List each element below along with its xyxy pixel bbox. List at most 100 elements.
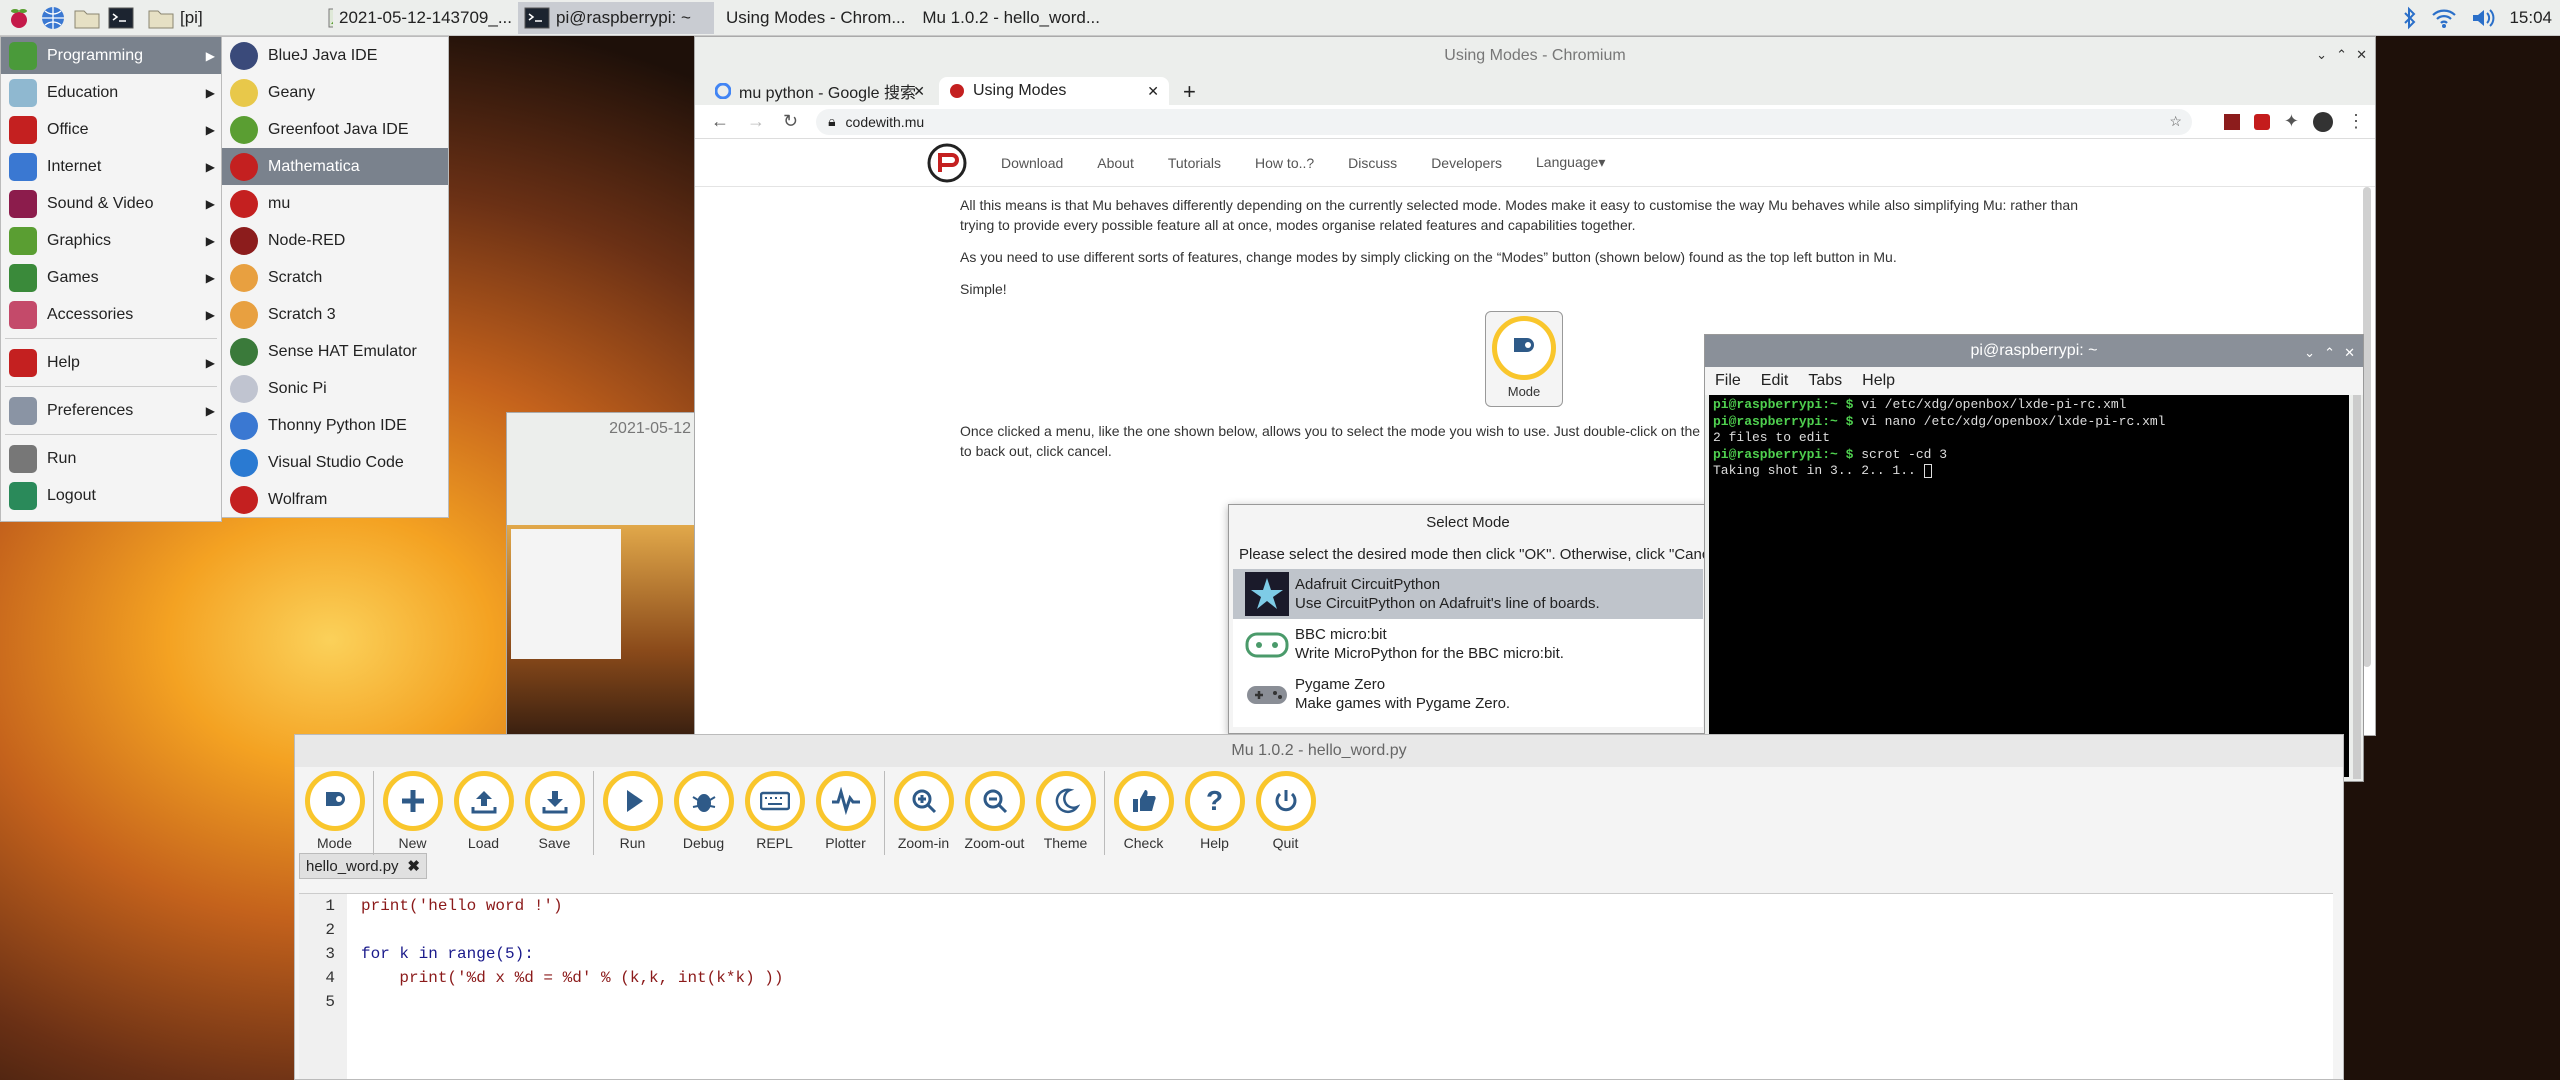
mu-titlebar[interactable]: Mu 1.0.2 - hello_word.py [295,735,2343,767]
reload-icon[interactable]: ↻ [783,111,798,132]
nav-about[interactable]: About [1097,155,1134,171]
volume-icon[interactable] [2471,7,2495,29]
zoom-in-button[interactable]: Zoom-in [888,771,959,851]
menu-item-help[interactable]: Help ▶ [1,344,221,381]
run-button[interactable]: Run [597,771,668,851]
program-geany[interactable]: Geany [222,74,448,111]
program-scratch-3[interactable]: Scratch 3 [222,296,448,333]
nav-tutorials[interactable]: Tutorials [1168,155,1221,171]
menu-item-education[interactable]: Education ▶ [1,74,221,111]
menu-item-graphics[interactable]: Graphics ▶ [1,222,221,259]
close-tab-icon[interactable]: ✕ [913,83,925,100]
close-tab-icon[interactable]: ✖ [407,857,420,875]
code-editor[interactable]: 1 print('hello word !') 2 3 for k in range… [299,893,2333,1079]
clock[interactable]: 15:04 [2509,8,2552,28]
program-greenfoot-java-ide[interactable]: Greenfoot Java IDE [222,111,448,148]
maximize-icon[interactable]: ⌃ [2336,47,2347,63]
mu-editor-window[interactable]: Mu 1.0.2 - hello_word.py Mode New Load S… [294,734,2344,1080]
nav-download[interactable]: Download [1001,155,1063,171]
repl-button[interactable]: REPL [739,771,810,851]
zoom-out-button[interactable]: Zoom-out [959,771,1030,851]
globe-icon[interactable] [38,3,68,33]
program-sonic-pi[interactable]: Sonic Pi [222,370,448,407]
close-icon[interactable]: ✕ [2356,47,2367,63]
program-sense-hat-emulator[interactable]: Sense HAT Emulator [222,333,448,370]
program-scratch[interactable]: Scratch [222,259,448,296]
program-mathematica[interactable]: Mathematica [222,148,448,185]
quit-button[interactable]: Quit [1250,771,1321,851]
menu-item-accessories[interactable]: Accessories ▶ [1,296,221,333]
new-tab-button[interactable]: + [1173,79,1206,105]
mode-item-pygame[interactable]: Pygame Zero Make games with Pygame Zero. [1233,669,1703,719]
help-button[interactable]: ? Help [1179,771,1250,851]
menu-item-internet[interactable]: Internet ▶ [1,148,221,185]
scrollbar[interactable] [2363,187,2371,667]
close-icon[interactable]: ✕ [2344,345,2355,361]
task-terminal[interactable]: pi@raspberrypi: ~ [518,1,714,34]
program-thonny-python-ide[interactable]: Thonny Python IDE [222,407,448,444]
theme-button[interactable]: Theme [1030,771,1101,851]
menu-item-games[interactable]: Games ▶ [1,259,221,296]
program-node-red[interactable]: Node-RED [222,222,448,259]
nav-discuss[interactable]: Discuss [1348,155,1397,171]
menu-item-programming[interactable]: Programming ▶ [1,37,221,74]
nav-developers[interactable]: Developers [1431,155,1502,171]
minimize-icon[interactable]: ⌄ [2304,345,2315,361]
program-mu[interactable]: mu [222,185,448,222]
menu-item-preferences[interactable]: Preferences ▶ [1,392,221,429]
plotter-button[interactable]: Plotter [810,771,881,851]
menu-file[interactable]: File [1715,372,1741,390]
program-wolfram[interactable]: Wolfram [222,481,448,518]
menu-item-office[interactable]: Office ▶ [1,111,221,148]
program-visual-studio-code[interactable]: Visual Studio Code [222,444,448,481]
program-bluej-java-ide[interactable]: BlueJ Java IDE [222,37,448,74]
menu-item-logout[interactable]: Logout [1,477,221,514]
image-viewer-window[interactable]: 2021-05-12 [506,412,697,736]
new-button[interactable]: New [377,771,448,851]
task-mu[interactable]: Mu 1.0.2 - hello_word... [910,2,1106,34]
debug-button[interactable]: Debug [668,771,739,851]
load-button[interactable]: Load [448,771,519,851]
maximize-icon[interactable]: ⌃ [2324,345,2335,361]
shield-icon[interactable] [2253,113,2270,130]
mode-item-microbit[interactable]: BBC micro:bit Write MicroPython for the B… [1233,619,1703,669]
close-tab-icon[interactable]: ✕ [1147,83,1159,100]
menu-icon[interactable]: ⋮ [2347,111,2365,132]
menu-item-sound-video[interactable]: Sound & Video ▶ [1,185,221,222]
mode-button[interactable]: Mode [299,771,370,851]
tab-using-modes[interactable]: Using Modes ✕ [939,77,1169,105]
menu-edit[interactable]: Edit [1761,372,1789,390]
terminal-output[interactable]: pi@raspberrypi:~ $ vi /etc/xdg/openbox/l… [1709,395,2349,777]
raspberry-icon[interactable] [4,3,34,33]
task-chromium[interactable]: Using Modes - Chrom... [714,2,910,34]
menu-tabs[interactable]: Tabs [1808,372,1842,390]
avatar[interactable] [2313,111,2333,132]
extension-icon[interactable] [2223,113,2240,130]
nav-how-to[interactable]: How to..? [1255,155,1314,171]
forward-icon[interactable]: → [747,111,765,132]
mode-item-circuitpython[interactable]: Adafruit CircuitPython Use CircuitPython … [1233,569,1703,619]
terminal-titlebar[interactable]: pi@raspberrypi: ~ ⌄ ⌃ ✕ [1705,335,2363,367]
back-icon[interactable]: ← [711,111,729,132]
terminal-icon[interactable] [106,3,136,33]
folder-icon[interactable] [72,3,102,33]
chromium-titlebar[interactable]: Using Modes - Chromium ⌄ ⌃ ✕ [695,37,2375,75]
address-bar[interactable]: 🔒︎ codewith.mu ☆ [816,108,2192,135]
terminal-window[interactable]: pi@raspberrypi: ~ ⌄ ⌃ ✕ File Edit Tabs H… [1704,334,2364,782]
bluetooth-icon[interactable] [2401,6,2417,30]
mu-logo-icon[interactable] [927,143,967,183]
menu-help[interactable]: Help [1862,372,1895,390]
minimize-icon[interactable]: ⌄ [2316,47,2327,63]
nav-language[interactable]: Language▾ [1536,154,1605,171]
check-button[interactable]: Check [1108,771,1179,851]
bookmark-star-icon[interactable]: ☆ [2169,113,2182,130]
wifi-icon[interactable] [2431,7,2457,29]
select-mode-dialog[interactable]: Select Mode Please select the desired mo… [1228,504,1708,734]
file-tab[interactable]: hello_word.py ✖ [299,853,427,879]
menu-item-run[interactable]: Run [1,440,221,477]
task-file-manager[interactable]: [pi] [142,2,322,34]
save-button[interactable]: Save [519,771,590,851]
tab-google[interactable]: mu python - Google 搜索 ✕ [705,77,935,105]
puzzle-icon[interactable]: ✦ [2284,111,2299,132]
scrollbar[interactable] [2353,395,2361,779]
